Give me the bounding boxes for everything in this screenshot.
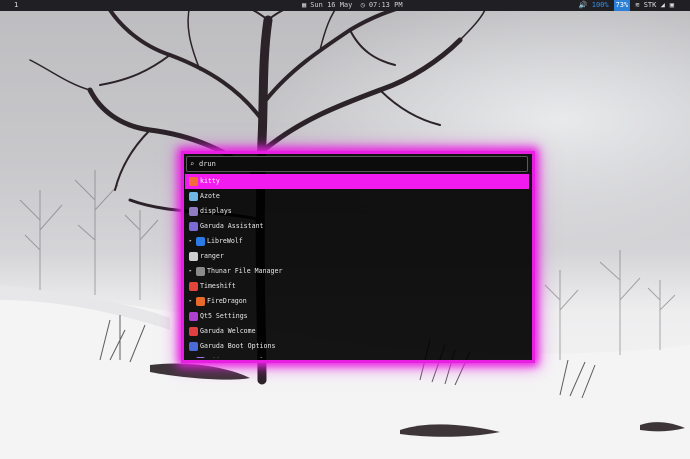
clock-widget[interactable]: ▦ Sun 16 May ◷ 07:13 PM <box>302 0 407 11</box>
launcher-item-label: ranger <box>200 252 224 260</box>
search-query: drun <box>199 160 216 168</box>
system-tray: 🔊 100% 73% ≋ STK ◢ ▣ <box>579 0 674 11</box>
app-icon <box>189 177 198 186</box>
launcher-item[interactable]: Qt5 Settings <box>185 309 529 324</box>
launcher-item[interactable]: ▸ Add/Remove Software <box>185 354 529 358</box>
expand-arrow-icon[interactable]: ▸ <box>189 264 192 279</box>
clock-icon: ◷ <box>360 1 365 9</box>
launcher-item-label: LibreWolf <box>207 237 243 245</box>
launcher-item[interactable]: kitty <box>185 174 529 189</box>
calendar-icon: ▦ <box>302 1 307 9</box>
launcher-item[interactable]: displays <box>185 204 529 219</box>
launcher-item-label: Add/Remove Software <box>207 354 282 358</box>
network-name: STK <box>643 1 657 9</box>
app-icon <box>189 222 198 231</box>
app-icon <box>189 192 198 201</box>
launcher-item-label: Azote <box>200 192 220 200</box>
launcher-item[interactable]: ▸ FireDragon <box>185 294 529 309</box>
time-label: 07:13 PM <box>368 1 403 9</box>
app-icon <box>189 252 198 261</box>
app-icon <box>189 282 198 291</box>
app-icon <box>196 267 205 276</box>
app-icon <box>189 312 198 321</box>
launcher-item[interactable]: ranger <box>185 249 529 264</box>
app-icon <box>189 342 198 351</box>
launcher-item-label: Thunar File Manager <box>207 267 283 275</box>
volume-level: 100% <box>591 1 609 9</box>
launcher-item[interactable]: Timeshift <box>185 279 529 294</box>
launcher-item-label: Garuda Assistant <box>200 222 264 230</box>
app-icon <box>196 237 205 246</box>
date-label: Sun 16 May <box>310 1 353 9</box>
workspace-indicator[interactable]: 1 <box>14 0 18 11</box>
signal-icon: ◢ <box>660 1 665 9</box>
launcher-item[interactable]: Garuda Boot Options <box>185 339 529 354</box>
wifi-icon: ≋ <box>635 1 640 9</box>
expand-arrow-icon[interactable]: ▸ <box>189 234 192 249</box>
app-launcher: ⌕ drun kitty Azote displays Garuda Assistan… <box>181 151 535 363</box>
launcher-item-label: displays <box>200 207 232 215</box>
launcher-item-label: Garuda Boot Options <box>200 342 276 350</box>
app-icon <box>196 357 205 358</box>
launcher-item[interactable]: ▸ Thunar File Manager <box>185 264 529 279</box>
launcher-item[interactable]: Garuda Welcome <box>185 324 529 339</box>
launcher-item[interactable]: Garuda Assistant <box>185 219 529 234</box>
search-input[interactable]: ⌕ drun <box>186 156 528 172</box>
top-panel: 1 ▦ Sun 16 May ◷ 07:13 PM 🔊 100% 73% ≋ STK… <box>0 0 690 11</box>
app-icon <box>189 207 198 216</box>
battery-widget[interactable]: 73% <box>613 0 631 11</box>
tray-applet-icon[interactable]: ▣ <box>670 0 674 11</box>
launcher-item-label: Timeshift <box>200 282 236 290</box>
search-icon: ⌕ <box>190 160 195 168</box>
network-widget[interactable]: ≋ STK ◢ <box>635 0 665 11</box>
expand-arrow-icon[interactable]: ▸ <box>189 354 192 358</box>
launcher-item-label: Garuda Welcome <box>200 327 256 335</box>
launcher-item[interactable]: ▸ LibreWolf <box>185 234 529 249</box>
app-list: kitty Azote displays Garuda Assistant ▸ Libre… <box>185 174 529 358</box>
launcher-item-label: Qt5 Settings <box>200 312 248 320</box>
launcher-item-label: FireDragon <box>207 297 247 305</box>
expand-arrow-icon[interactable]: ▸ <box>189 294 192 309</box>
speaker-icon: 🔊 <box>578 1 588 9</box>
app-icon <box>196 297 205 306</box>
launcher-item[interactable]: Azote <box>185 189 529 204</box>
battery-level: 73% <box>615 1 629 9</box>
app-icon <box>189 327 198 336</box>
launcher-item-label: kitty <box>200 177 220 185</box>
volume-widget[interactable]: 🔊 100% <box>579 0 609 11</box>
